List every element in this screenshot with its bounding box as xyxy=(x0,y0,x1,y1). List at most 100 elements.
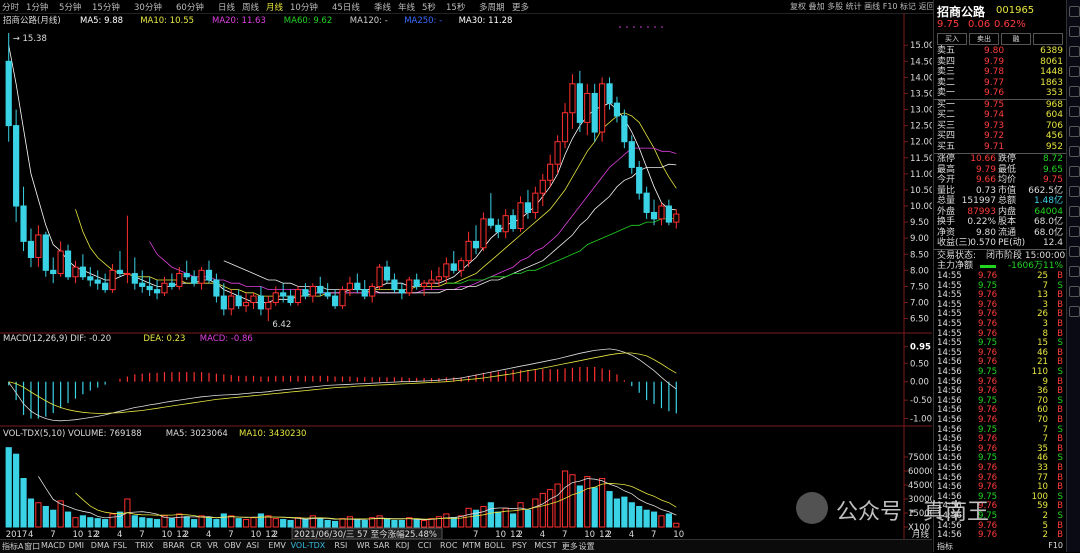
indicator-tab-7[interactable]: BRAR xyxy=(163,541,185,550)
indicator-tab-22[interactable]: PSY xyxy=(512,541,527,550)
side-tool-icon[interactable] xyxy=(1069,206,1080,217)
period-tab-9[interactable]: 10分钟 xyxy=(290,1,318,13)
side-tool-icon[interactable] xyxy=(1069,126,1080,137)
side-tool-icon[interactable] xyxy=(1069,26,1080,37)
stock-code: 001965 xyxy=(996,5,1035,16)
stat-row-0: 涨停 10.66 跌停 8.72 xyxy=(934,154,1066,165)
candle xyxy=(324,292,331,297)
period-tab-11[interactable]: 季线 xyxy=(374,1,391,13)
period-tab-4[interactable]: 30分钟 xyxy=(134,1,162,13)
ask-label: 卖一 xyxy=(937,88,956,98)
volume-bar xyxy=(658,515,665,528)
indicator-tab-10[interactable]: OBV xyxy=(224,541,241,550)
side-tool-icon[interactable] xyxy=(1069,166,1080,177)
indicator-tab-25[interactable]: 设置 xyxy=(579,541,595,552)
side-tool-icon[interactable] xyxy=(1069,226,1080,237)
side-tool-icon[interactable] xyxy=(1069,86,1080,97)
period-tab-16[interactable]: 更多 xyxy=(512,1,529,13)
stat-label: 总量 xyxy=(937,196,956,206)
side-tool-icon[interactable] xyxy=(1069,266,1080,277)
chart-area[interactable]: 招商公路(月线) MA5: 9.88 MA10: 10.55 MA20: 11.63 M… xyxy=(0,13,932,539)
volume-bar xyxy=(354,519,361,528)
period-tab-5[interactable]: 60分钟 xyxy=(176,1,204,13)
indicator-tab-11[interactable]: ASI xyxy=(246,541,259,550)
volume-bar xyxy=(443,513,450,528)
indicator-tab-20[interactable]: MTM xyxy=(462,541,481,550)
period-tab-3[interactable]: 15分钟 xyxy=(92,1,120,13)
indicator-tab-12[interactable]: EMV xyxy=(268,541,285,550)
indicator-tab-13[interactable]: VOL-TDX xyxy=(291,541,326,550)
candle xyxy=(331,295,339,307)
candle xyxy=(420,282,428,287)
volume-bar xyxy=(339,518,346,528)
bid-price: 9.75 xyxy=(984,99,1005,110)
indicator-tab-6[interactable]: TRIX xyxy=(135,541,153,550)
indicator-tab-1[interactable]: 窗口 xyxy=(24,541,40,552)
x-axis-label-8: 10 xyxy=(161,530,172,539)
period-tab-13[interactable]: 5秒 xyxy=(422,1,436,13)
candle xyxy=(628,141,635,168)
stat-label: 外盘 xyxy=(937,206,956,217)
indicator-tab-3[interactable]: DMI xyxy=(69,541,84,550)
volume-bar xyxy=(139,517,146,528)
indicator-tab-14[interactable]: RSI xyxy=(334,541,347,550)
period-tab-6[interactable]: 日线 xyxy=(218,1,235,13)
ask-price: 9.80 xyxy=(984,46,1005,56)
indicator-tab-19[interactable]: ROC xyxy=(440,541,457,550)
side-tool-icon[interactable] xyxy=(1069,306,1080,317)
indicator-tab-9[interactable]: VR xyxy=(207,541,218,550)
indicator-tab-0[interactable]: 指标A xyxy=(2,541,23,552)
indicator-tab-5[interactable]: FSL xyxy=(113,541,127,550)
volume-bar xyxy=(183,516,190,528)
side-tool-icon[interactable] xyxy=(1069,246,1080,257)
period-tab-12[interactable]: 年线 xyxy=(398,1,415,13)
period-tab-14[interactable]: 15秒 xyxy=(446,1,465,13)
indicator-tab-23[interactable]: MCST xyxy=(534,541,556,550)
indicator-tab-18[interactable]: CCI xyxy=(418,541,432,550)
indicator-tab-2[interactable]: MACD xyxy=(41,541,65,550)
side-tool-icon[interactable] xyxy=(1069,66,1080,77)
trade-button-0[interactable]: 买入 xyxy=(937,33,967,45)
indicator-tab-21[interactable]: BOLL xyxy=(484,541,505,550)
indicator-tab-15[interactable]: WR xyxy=(357,541,370,550)
side-tool-icon[interactable] xyxy=(1069,286,1080,297)
side-tool-icon[interactable] xyxy=(1069,6,1080,17)
side-tool-icon[interactable] xyxy=(1069,186,1080,197)
side-tool-icon[interactable] xyxy=(1069,146,1080,157)
period-tab-8[interactable]: 月线 xyxy=(266,1,283,13)
side-tool-icon[interactable] xyxy=(1069,106,1080,117)
candle xyxy=(339,289,346,307)
toolbar-right-tools[interactable]: 复权 叠加 多股 统计 画线 F10 标记 返回 xyxy=(790,1,935,12)
period-tab-1[interactable]: 1分钟 xyxy=(26,1,48,13)
volume-bar xyxy=(213,519,220,528)
volume-bar xyxy=(302,519,309,528)
period-tab-0[interactable]: 分时 xyxy=(2,1,19,13)
indicator-tab-16[interactable]: SAR xyxy=(373,541,389,550)
stat-label: 股本 xyxy=(998,217,1017,227)
macd-dif-line xyxy=(8,348,677,422)
side-tool-icon[interactable] xyxy=(1069,46,1080,57)
indicator-tab-24[interactable]: 更多 xyxy=(562,541,578,552)
bid-row-1: 买二 9.74 604 xyxy=(934,110,1066,121)
volume-bar xyxy=(539,492,546,528)
ask-volume: 1448 xyxy=(1040,67,1063,77)
trade-button-2[interactable]: 融 xyxy=(1001,33,1031,45)
period-tab-15[interactable]: 多周期 xyxy=(479,1,505,13)
trade-button-1[interactable]: 卖出 xyxy=(969,33,999,45)
period-tab-10[interactable]: 45日线 xyxy=(332,1,360,13)
period-tab-7[interactable]: 周线 xyxy=(242,1,259,13)
macd-axis-label-1: 0.50 xyxy=(910,359,929,369)
trade-button-3[interactable] xyxy=(1033,33,1063,45)
period-tab-2[interactable]: 5分钟 xyxy=(59,1,81,13)
candle xyxy=(183,273,190,278)
ask-label: 卖四 xyxy=(937,56,956,67)
cursor-info-text: 2021/06/30/三 57 至今涨幅25.48% xyxy=(294,529,437,539)
candle xyxy=(124,273,131,276)
candle xyxy=(50,269,57,275)
indicator-tab-4[interactable]: DMA xyxy=(91,541,110,550)
bid-price: 9.72 xyxy=(984,131,1005,141)
x-axis-label-0: 2017 xyxy=(6,530,28,539)
indicator-tab-17[interactable]: KDJ xyxy=(396,541,410,550)
price-axis-label-14: 8.00 xyxy=(910,266,929,276)
indicator-tab-8[interactable]: CR xyxy=(190,541,201,550)
